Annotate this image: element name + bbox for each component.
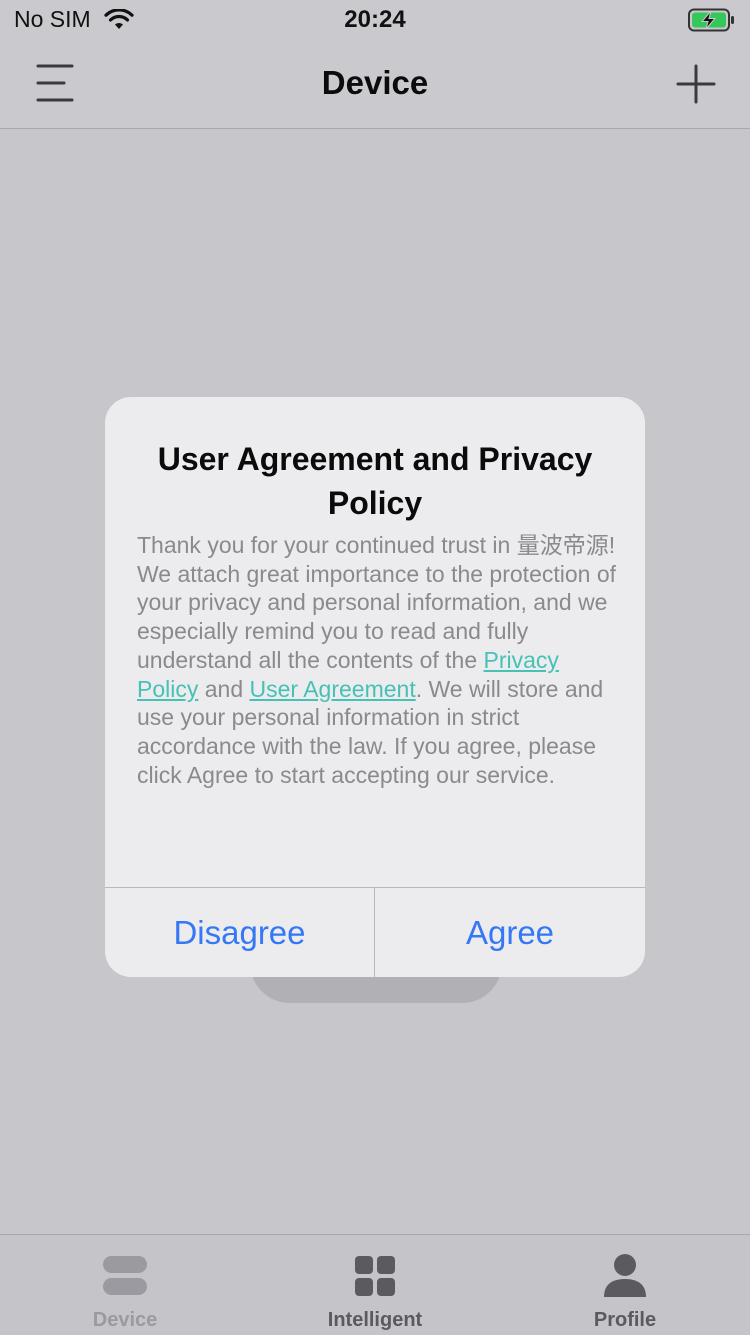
- disagree-button[interactable]: Disagree: [105, 888, 375, 977]
- tab-label-profile: Profile: [593, 1309, 657, 1331]
- status-time: 20:24: [344, 6, 406, 33]
- nav-bar: Device: [0, 40, 750, 129]
- plus-icon[interactable]: [676, 64, 716, 104]
- tab-device[interactable]: Device: [0, 1235, 250, 1335]
- tab-intelligent[interactable]: Intelligent: [250, 1235, 500, 1335]
- battery-charging-icon: [688, 8, 734, 32]
- page-title: Device: [321, 64, 429, 101]
- dialog-main-text: We attach great importance to the protec…: [137, 560, 623, 790]
- dialog-and-text: and: [198, 675, 250, 702]
- tab-label-intelligent: Intelligent: [327, 1309, 423, 1331]
- device-icon: [103, 1256, 147, 1295]
- agree-button[interactable]: Agree: [375, 888, 645, 977]
- status-bar: No SIM 20:24: [0, 0, 750, 40]
- tab-bar: Device Intelligent Profile: [0, 1234, 750, 1335]
- tab-label-device: Device: [92, 1309, 158, 1331]
- user-agreement-link[interactable]: User Agreement: [250, 676, 416, 702]
- tab-profile[interactable]: Profile: [500, 1235, 750, 1335]
- grid-icon: [355, 1256, 395, 1296]
- dialog-actions: Disagree Agree: [105, 887, 645, 977]
- dialog-intro-text: Thank you for your continued trust in 量波…: [137, 532, 616, 558]
- agreement-dialog: User Agreement and Privacy Policy Thank …: [105, 397, 645, 977]
- dialog-title: User Agreement and Privacy Policy: [157, 441, 593, 521]
- dialog-body: Thank you for your continued trust in 量波…: [137, 531, 623, 789]
- profile-icon: [604, 1254, 646, 1297]
